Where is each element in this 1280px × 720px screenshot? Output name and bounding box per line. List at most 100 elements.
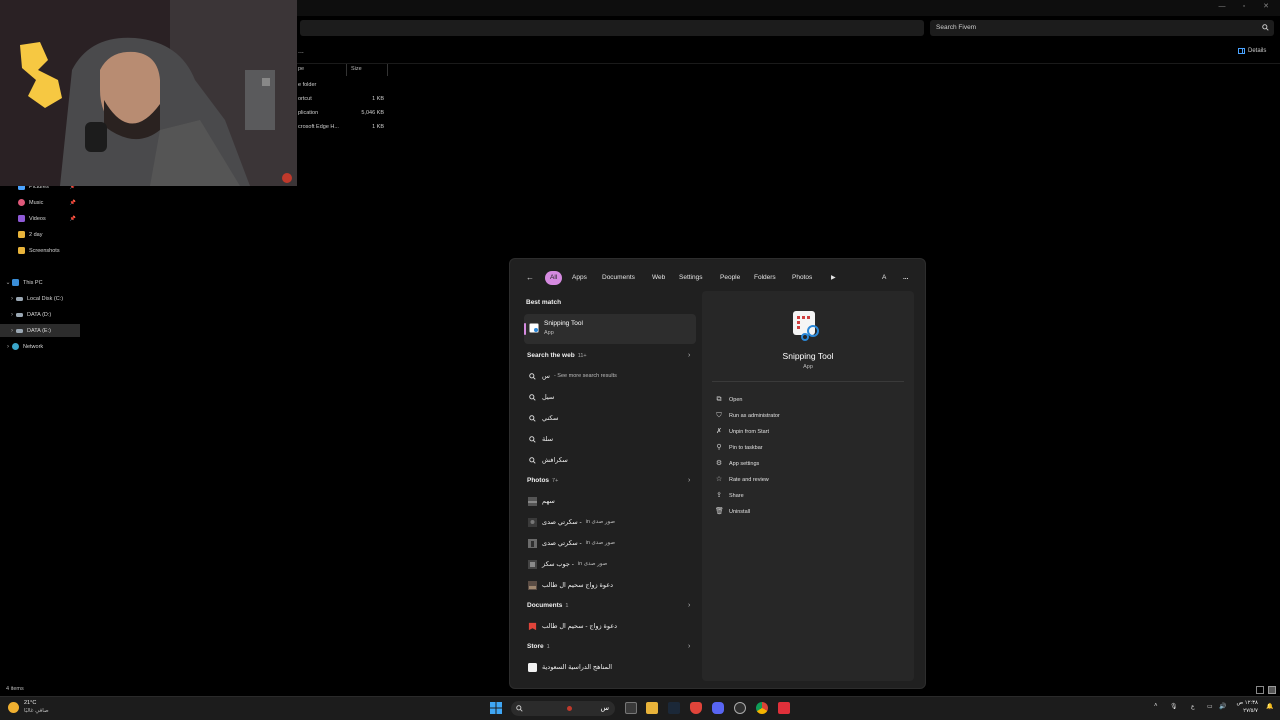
file-type-cell[interactable]: ortcut (298, 96, 312, 102)
action-pin-to-taskbar[interactable]: ⚲ Pin to taskbar (715, 442, 762, 454)
sidebar-item-network[interactable]: › Network (0, 340, 80, 353)
photo-result[interactable]: سكرتي صدى - in صور صدى (528, 514, 615, 530)
store-result[interactable]: المناهج الدراسية السعودية (528, 659, 612, 675)
discord-icon[interactable] (712, 702, 724, 714)
sidebar-item-data-e[interactable]: › DATA (E:) (0, 324, 80, 337)
action-open[interactable]: ⧉ Open (715, 394, 743, 406)
web-result[interactable]: سكرافش (528, 452, 568, 468)
details-view-icon[interactable] (1256, 686, 1264, 694)
task-view-icon[interactable] (625, 702, 637, 714)
web-result[interactable]: سكني (528, 410, 558, 426)
photos-section-heading[interactable]: Photos 7+ (527, 477, 558, 484)
settings-gear-icon[interactable] (734, 702, 746, 714)
clock-date[interactable]: ٢٧/٥/٧ (1234, 708, 1258, 714)
chevron-right-icon[interactable]: › (8, 296, 16, 302)
sidebar-item-videos[interactable]: Videos 📌 (0, 212, 80, 225)
back-arrow-icon[interactable]: ← (526, 271, 534, 285)
steam-icon[interactable] (668, 702, 680, 714)
sidebar-item-music[interactable]: Music 📌 (0, 196, 80, 209)
action-run-as-administrator[interactable]: ⛉ Run as administrator (715, 410, 779, 422)
tab-documents[interactable]: Documents (597, 271, 640, 285)
photo-result[interactable]: سكرتي صدى - in صور صدى (528, 535, 615, 551)
web-query: سيل (542, 394, 555, 401)
store-app-icon (528, 662, 537, 672)
network-icon[interactable]: ▭ (1207, 703, 1213, 710)
action-uninstall[interactable]: 🗑 Uninstall (715, 506, 750, 518)
brave-browser-icon[interactable] (690, 702, 702, 714)
best-match-result[interactable]: Snipping Tool App (524, 314, 696, 344)
chevron-right-icon[interactable]: › (688, 643, 690, 650)
column-header-size[interactable]: Size (351, 66, 362, 72)
sidebar-item-2-day[interactable]: 2 day (0, 228, 80, 241)
web-result[interactable]: س - See more search results (528, 368, 617, 384)
close-icon[interactable]: ✕ (1258, 2, 1274, 12)
chevron-right-icon[interactable]: › (688, 477, 690, 484)
account-avatar[interactable]: A (877, 271, 891, 285)
photo-result[interactable]: جوب سكز - in صور صدى (528, 556, 607, 572)
search-icon (528, 435, 537, 444)
action-unpin-from-start[interactable]: ✗ Unpin from Start (715, 426, 769, 438)
maximize-icon[interactable]: ▫ (1236, 2, 1252, 12)
app-a-icon[interactable] (778, 702, 790, 714)
weather-temp[interactable]: 21°C (24, 700, 36, 706)
tab-folders[interactable]: Folders (749, 271, 781, 285)
tab-web[interactable]: Web (647, 271, 670, 285)
chevron-right-icon[interactable]: › (688, 602, 690, 609)
file-type-cell[interactable]: plication (298, 110, 318, 116)
weather-icon[interactable] (8, 702, 19, 713)
chevron-right-icon[interactable]: › (8, 328, 16, 334)
file-explorer-icon[interactable] (646, 702, 658, 714)
sidebar-item-label: Videos (29, 215, 46, 222)
web-result[interactable]: سلة (528, 431, 553, 447)
photo-result[interactable]: سهم (528, 493, 555, 509)
chevron-up-icon[interactable]: ˄ (1154, 703, 1158, 709)
sidebar-item-this-pc[interactable]: ⌄ This PC (0, 276, 80, 289)
sidebar-item-local-disk-c[interactable]: › Local Disk (C:) (0, 292, 80, 305)
language-indicator[interactable]: ع (1191, 703, 1195, 710)
tab-settings[interactable]: Settings (674, 271, 708, 285)
chevron-right-icon[interactable]: › (688, 352, 690, 359)
microphone-icon[interactable]: 🎙 (1170, 703, 1178, 710)
more-options-icon[interactable]: ... (898, 271, 913, 285)
thumbnail-view-icon[interactable] (1268, 686, 1276, 694)
sidebar-item-screenshots[interactable]: Screenshots (0, 244, 80, 257)
column-divider[interactable] (387, 64, 388, 76)
weather-desc[interactable]: صافي غالبًا (24, 708, 49, 714)
column-divider[interactable] (346, 64, 347, 76)
volume-icon[interactable]: 🔊 (1219, 703, 1226, 710)
chevron-right-icon[interactable]: › (4, 344, 12, 350)
windows-start-icon[interactable] (490, 702, 502, 714)
minimize-icon[interactable]: — (1214, 2, 1230, 12)
web-result[interactable]: سيل (528, 389, 554, 405)
action-share[interactable]: ⇪ Share (715, 490, 744, 502)
document-result[interactable]: دعوة زواج - سحيم ال طالب (528, 618, 617, 634)
file-type-cell[interactable]: crosoft Edge H... (298, 124, 339, 130)
clock-time[interactable]: ١٢:٣٨ ص (1234, 700, 1258, 706)
chevron-down-icon[interactable]: ⌄ (4, 279, 12, 286)
address-bar[interactable] (300, 20, 924, 36)
store-section-heading[interactable]: Store 1 (527, 643, 550, 650)
tab-people[interactable]: People (715, 271, 745, 285)
preview-app-name: Snipping Tool (782, 351, 834, 361)
action-rate-and-review[interactable]: ☆ Rate and review (715, 474, 769, 486)
sidebar-item-data-d[interactable]: › DATA (D:) (0, 308, 80, 321)
file-type-cell[interactable]: e folder (298, 82, 316, 88)
chrome-icon[interactable] (756, 702, 768, 714)
more-options-icon[interactable]: ... (298, 48, 304, 55)
chevron-right-icon[interactable]: › (8, 312, 16, 318)
details-button[interactable]: Details (1238, 48, 1266, 54)
tab-all[interactable]: All (545, 271, 563, 285)
action-app-settings[interactable]: ⚙ App settings (715, 458, 759, 470)
tab-photos[interactable]: Photos (787, 271, 817, 285)
play-arrow-icon[interactable]: ▶ (826, 271, 841, 285)
taskbar-search-input[interactable]: س (511, 701, 615, 716)
explorer-search-input[interactable]: Search Fivem (930, 20, 1274, 36)
web-section-heading[interactable]: Search the web 11+ (527, 352, 587, 359)
notification-icon[interactable]: 🔔 (1266, 703, 1273, 710)
section-count: 7+ (552, 478, 559, 484)
photo-result[interactable]: دعوة زواج سحيم ال طالب (528, 577, 613, 593)
tab-apps[interactable]: Apps (567, 271, 592, 285)
file-size-cell: 1 KB (372, 124, 384, 130)
documents-section-heading[interactable]: Documents 1 (527, 602, 568, 609)
column-header-type[interactable]: pe (298, 66, 304, 72)
